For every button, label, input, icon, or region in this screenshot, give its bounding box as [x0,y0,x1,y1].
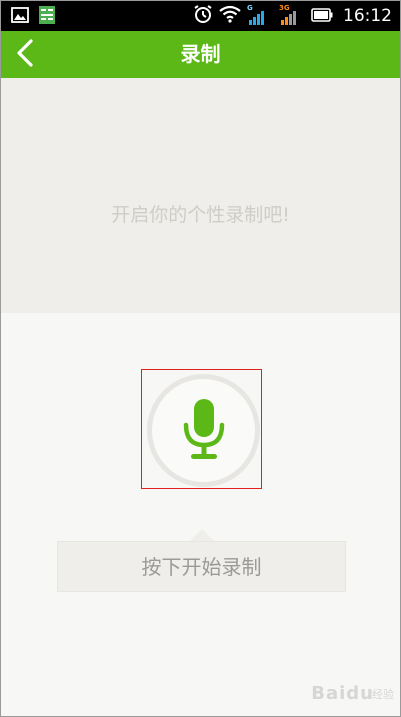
page-title: 录制 [180,42,221,66]
app-notification-icon [39,6,55,28]
hint-text: 按下开始录制 [141,555,262,579]
signal-icon: G [247,4,264,25]
app-screen: G 3G 16:12 录制 开启你的个性录制吧! 按下开始录制 Baidu 经验 [0,0,401,717]
status-time: 16:12 [343,6,392,26]
signal-icon: 3G [279,4,296,25]
status-bar-left [11,6,55,28]
battery-icon [311,7,333,26]
gallery-icon [11,7,29,27]
prompt-text: 开启你的个性录制吧! [111,204,290,226]
wifi-icon [219,5,241,27]
hint-box: 按下开始录制 [57,541,346,592]
prompt-area: 开启你的个性录制吧! [1,78,400,313]
alarm-icon [193,4,213,28]
selection-highlight [141,369,262,489]
watermark-sub: 经验 [372,688,394,701]
record-area: 按下开始录制 Baidu 经验 [1,313,400,716]
watermark-logo: Baidu [311,683,374,704]
status-bar: G 3G 16:12 [1,1,400,31]
header-bar: 录制 [1,31,400,78]
status-bar-right: G 3G 16:12 [193,4,392,28]
